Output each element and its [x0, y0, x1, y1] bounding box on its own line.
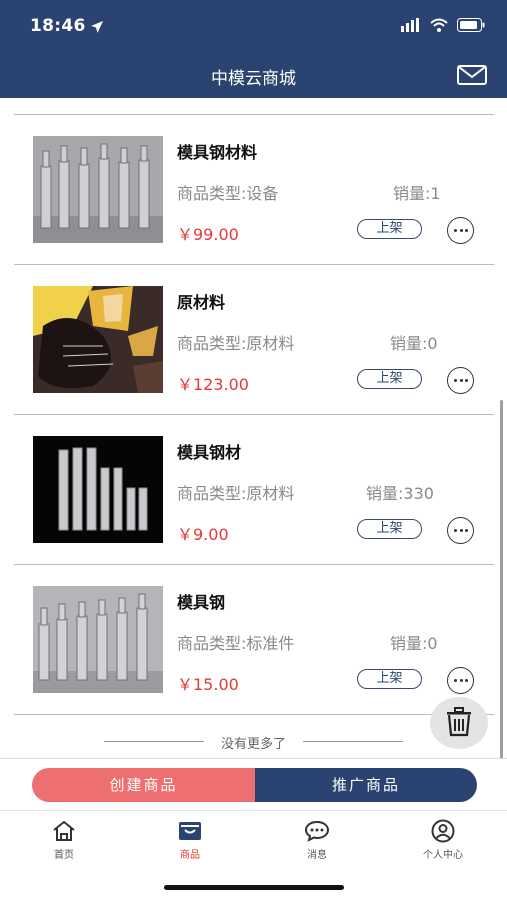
promote-product-button[interactable]: 推广商品 [255, 768, 477, 802]
product-name: 模具钢材料 [177, 143, 258, 162]
more-options-icon[interactable] [447, 667, 474, 694]
profile-icon [431, 819, 455, 843]
home-icon [53, 820, 75, 841]
signal-icon [401, 18, 419, 32]
location-arrow-icon [91, 21, 103, 33]
trash-icon [447, 707, 471, 737]
product-name: 模具钢 [177, 593, 226, 612]
product-item[interactable]: 原材料 商品类型:原材料 销量:0 ￥123.00 上架 [0, 265, 507, 415]
product-name: 模具钢材 [177, 443, 242, 462]
status-indicators [401, 18, 485, 32]
tab-products[interactable]: 商品 [140, 819, 240, 861]
message-icon [304, 820, 330, 842]
tab-home[interactable]: 首页 [14, 819, 114, 861]
tab-label: 商品 [180, 850, 200, 861]
tab-label: 消息 [307, 850, 327, 861]
home-indicator [164, 885, 344, 890]
product-list[interactable]: 模具钢材料 商品类型:设备 销量:1 ￥99.00 上架 原材料 商品类型:原材… [0, 98, 507, 758]
product-sales: 销量:1 [393, 184, 441, 203]
product-price: ￥15.00 [177, 675, 239, 694]
product-price: ￥99.00 [177, 225, 239, 244]
more-options-icon[interactable] [447, 217, 474, 244]
scrollbar[interactable] [500, 400, 503, 807]
tab-label: 个人中心 [423, 850, 463, 861]
product-icon [179, 822, 201, 840]
more-options-icon[interactable] [447, 517, 474, 544]
product-price: ￥123.00 [177, 375, 249, 394]
product-type: 商品类型:标准件 [177, 634, 295, 653]
tab-profile[interactable]: 个人中心 [393, 819, 493, 861]
list-on-shelf-button[interactable]: 上架 [357, 519, 422, 539]
tab-label: 首页 [54, 850, 74, 861]
product-price: ￥9.00 [177, 525, 229, 544]
more-options-icon[interactable] [447, 367, 474, 394]
product-image [33, 436, 163, 543]
delete-button[interactable] [430, 697, 488, 749]
product-type: 商品类型:原材料 [177, 484, 295, 503]
wifi-icon [430, 18, 448, 32]
product-sales: 销量:0 [390, 334, 438, 353]
battery-icon [457, 18, 485, 32]
product-type: 商品类型:设备 [177, 184, 279, 203]
product-item[interactable]: 模具钢材 商品类型:原材料 销量:330 ￥9.00 上架 [0, 415, 507, 565]
product-sales: 销量:0 [390, 634, 438, 653]
mail-icon[interactable] [457, 65, 487, 85]
create-product-button[interactable]: 创建商品 [32, 768, 255, 802]
action-bar: 创建商品 推广商品 [0, 758, 507, 810]
product-item[interactable]: 模具钢材料 商品类型:设备 销量:1 ￥99.00 上架 [0, 115, 507, 265]
list-on-shelf-button[interactable]: 上架 [357, 219, 422, 239]
product-type: 商品类型:原材料 [177, 334, 295, 353]
product-image [33, 286, 163, 393]
divider [14, 714, 494, 715]
page-title: 中模云商城 [211, 69, 296, 89]
tab-messages[interactable]: 消息 [267, 819, 367, 861]
divider [303, 741, 403, 742]
nav-bar: 中模云商城 [0, 52, 507, 98]
status-time: 18:46 [30, 16, 86, 36]
product-name: 原材料 [177, 293, 226, 312]
product-image [33, 136, 163, 243]
product-sales: 销量:330 [366, 484, 434, 503]
product-image [33, 586, 163, 693]
status-bar: 18:46 [0, 0, 507, 52]
list-on-shelf-button[interactable]: 上架 [357, 369, 422, 389]
product-item[interactable]: 模具钢 商品类型:标准件 销量:0 ￥15.00 上架 [0, 565, 507, 715]
list-on-shelf-button[interactable]: 上架 [357, 669, 422, 689]
